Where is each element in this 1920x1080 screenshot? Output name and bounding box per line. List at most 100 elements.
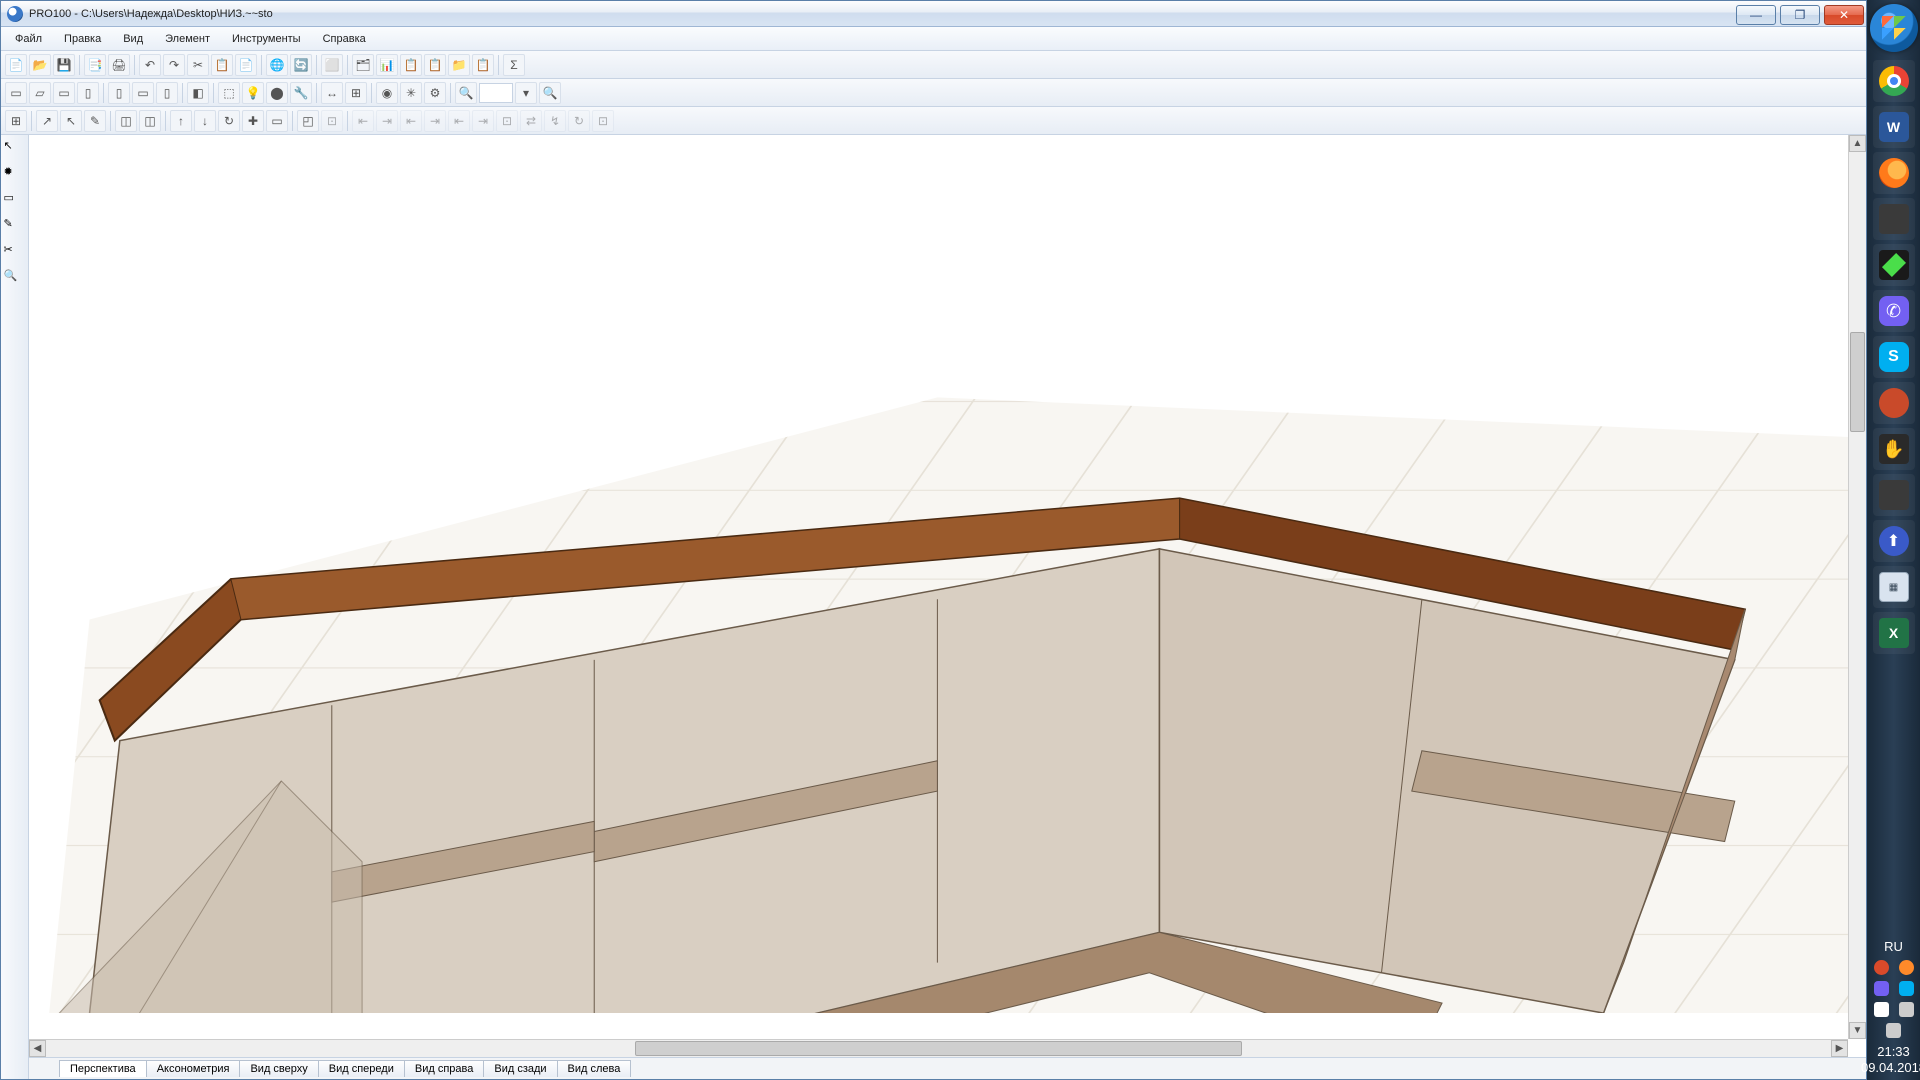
toolbar-button[interactable]: ✂ xyxy=(187,54,209,76)
tab-top[interactable]: Вид сверху xyxy=(239,1060,318,1077)
toolbar-button[interactable]: 📋 xyxy=(211,54,233,76)
toolbar-button[interactable]: ⊡ xyxy=(592,110,614,132)
toolbar-button[interactable]: 📋 xyxy=(424,54,446,76)
taskbar-clock[interactable]: 21:33 09.04.2018 xyxy=(1861,1044,1920,1077)
toolbar-button[interactable]: ◰ xyxy=(297,110,319,132)
toolbar-button[interactable]: ⬚ xyxy=(218,82,240,104)
scroll-h-thumb[interactable] xyxy=(635,1041,1242,1056)
toolbar-button[interactable]: 💡 xyxy=(242,82,264,104)
task-app-hand[interactable]: ✋ xyxy=(1873,428,1915,470)
task-calculator[interactable]: ▦ xyxy=(1873,566,1915,608)
tray-icon[interactable] xyxy=(1899,981,1914,996)
tray-icon[interactable] xyxy=(1874,960,1889,975)
scroll-down-button[interactable]: ▼ xyxy=(1849,1022,1866,1039)
toolbar-button[interactable]: ◫ xyxy=(139,110,161,132)
task-firefox[interactable] xyxy=(1873,152,1915,194)
task-app-shield[interactable] xyxy=(1873,198,1915,240)
tab-front[interactable]: Вид спереди xyxy=(318,1060,405,1077)
scroll-h-track[interactable] xyxy=(46,1040,1831,1057)
toolbar-button[interactable]: 🌐 xyxy=(266,54,288,76)
network-icon[interactable] xyxy=(1899,1002,1914,1017)
scroll-v-thumb[interactable] xyxy=(1850,332,1865,432)
task-excel[interactable]: X xyxy=(1873,612,1915,654)
toolbar-button[interactable]: ▭ xyxy=(5,82,27,104)
toolbar-button[interactable]: ⇤ xyxy=(400,110,422,132)
flag-icon[interactable] xyxy=(1874,1002,1889,1017)
menu-file[interactable]: Файл xyxy=(5,30,52,48)
toolbar-button[interactable]: ⇤ xyxy=(448,110,470,132)
language-indicator[interactable]: RU xyxy=(1884,939,1903,954)
toolbar-button[interactable]: ↻ xyxy=(568,110,590,132)
toolbar-button[interactable]: 🔧 xyxy=(290,82,312,104)
toolbar-button[interactable]: 📄 xyxy=(235,54,257,76)
side-tool-button[interactable]: ✹ xyxy=(4,165,26,187)
scrollbar-horizontal[interactable]: ◀ ▶ xyxy=(29,1039,1848,1057)
toolbar-button[interactable]: 📋 xyxy=(472,54,494,76)
task-viber[interactable]: ✆ xyxy=(1873,290,1915,332)
toolbar-button[interactable]: 📊 xyxy=(376,54,398,76)
titlebar[interactable]: PRO100 - C:\Users\Надежда\Desktop\НИЗ.~~… xyxy=(1,1,1866,27)
side-tool-button[interactable]: ▭ xyxy=(4,191,26,213)
toolbar-button[interactable]: ✚ xyxy=(242,110,264,132)
start-button[interactable] xyxy=(1870,4,1918,52)
toolbar-button[interactable]: ⊞ xyxy=(345,82,367,104)
toolbar-button[interactable]: Σ xyxy=(503,54,525,76)
toolbar-button[interactable]: 📑 xyxy=(84,54,106,76)
task-skype[interactable]: S xyxy=(1873,336,1915,378)
toolbar-input[interactable] xyxy=(479,83,513,103)
toolbar-button[interactable]: ↶ xyxy=(139,54,161,76)
toolbar-button[interactable]: 📄 xyxy=(5,54,27,76)
toolbar-button[interactable]: ▭ xyxy=(53,82,75,104)
toolbar-button[interactable]: ⬜ xyxy=(321,54,343,76)
toolbar-button[interactable]: ✎ xyxy=(84,110,106,132)
toolbar-button[interactable]: ⊡ xyxy=(321,110,343,132)
volume-icon[interactable] xyxy=(1886,1023,1901,1038)
toolbar-button[interactable]: ▾ xyxy=(515,82,537,104)
scrollbar-vertical[interactable]: ▲ ▼ xyxy=(1848,135,1866,1039)
side-tool-button[interactable]: ✂ xyxy=(4,243,26,265)
toolbar-button[interactable]: ▯ xyxy=(156,82,178,104)
tab-back[interactable]: Вид сзади xyxy=(483,1060,557,1077)
task-word[interactable]: W xyxy=(1873,106,1915,148)
viewport-3d[interactable]: ▲ ▼ ◀ ▶ xyxy=(29,135,1866,1057)
tab-perspective[interactable]: Перспектива xyxy=(59,1060,147,1077)
minimize-button[interactable]: — xyxy=(1736,5,1776,25)
toolbar-button[interactable]: ▯ xyxy=(77,82,99,104)
toolbar-button[interactable]: ⇥ xyxy=(424,110,446,132)
task-sims[interactable] xyxy=(1873,244,1915,286)
side-tool-button[interactable]: 🔍 xyxy=(4,269,26,291)
menu-tools[interactable]: Инструменты xyxy=(222,30,311,48)
scroll-right-button[interactable]: ▶ xyxy=(1831,1040,1848,1057)
toolbar-button[interactable]: 💾 xyxy=(53,54,75,76)
toolbar-button[interactable]: ⇤ xyxy=(352,110,374,132)
side-tool-button[interactable]: ↖ xyxy=(4,139,26,161)
toolbar-button[interactable]: ⇥ xyxy=(472,110,494,132)
toolbar-button[interactable]: ◫ xyxy=(115,110,137,132)
toolbar-button[interactable]: ↓ xyxy=(194,110,216,132)
toolbar-button[interactable]: 🗂 xyxy=(352,54,374,76)
system-tray[interactable]: RU 21:33 09.04.2018 xyxy=(1867,933,1920,1080)
toolbar-button[interactable]: ↯ xyxy=(544,110,566,132)
menu-element[interactable]: Элемент xyxy=(155,30,220,48)
task-app-gray[interactable] xyxy=(1873,474,1915,516)
toolbar-button[interactable]: ⇥ xyxy=(376,110,398,132)
toolbar-button[interactable]: ◧ xyxy=(187,82,209,104)
scroll-up-button[interactable]: ▲ xyxy=(1849,135,1866,152)
toolbar-button[interactable]: ⬤ xyxy=(266,82,288,104)
toolbar-button[interactable]: ▱ xyxy=(29,82,51,104)
close-button[interactable]: ✕ xyxy=(1824,5,1864,25)
toolbar-button[interactable]: ▯ xyxy=(108,82,130,104)
menu-edit[interactable]: Правка xyxy=(54,30,111,48)
maximize-button[interactable]: ❐ xyxy=(1780,5,1820,25)
toolbar-button[interactable]: ↖ xyxy=(60,110,82,132)
toolbar-button[interactable]: 📁 xyxy=(448,54,470,76)
menu-view[interactable]: Вид xyxy=(113,30,153,48)
toolbar-button[interactable]: 🔍 xyxy=(455,82,477,104)
windows-taskbar[interactable]: W ✆ S ✋ ⬆ ▦ X RU xyxy=(1867,0,1920,1080)
toolbar-button[interactable]: 🖨 xyxy=(108,54,130,76)
menu-help[interactable]: Справка xyxy=(313,30,376,48)
tab-axonometry[interactable]: Аксонометрия xyxy=(146,1060,241,1077)
toolbar-button[interactable]: ⊡ xyxy=(496,110,518,132)
task-app-up[interactable]: ⬆ xyxy=(1873,520,1915,562)
toolbar-button[interactable]: ↗ xyxy=(36,110,58,132)
